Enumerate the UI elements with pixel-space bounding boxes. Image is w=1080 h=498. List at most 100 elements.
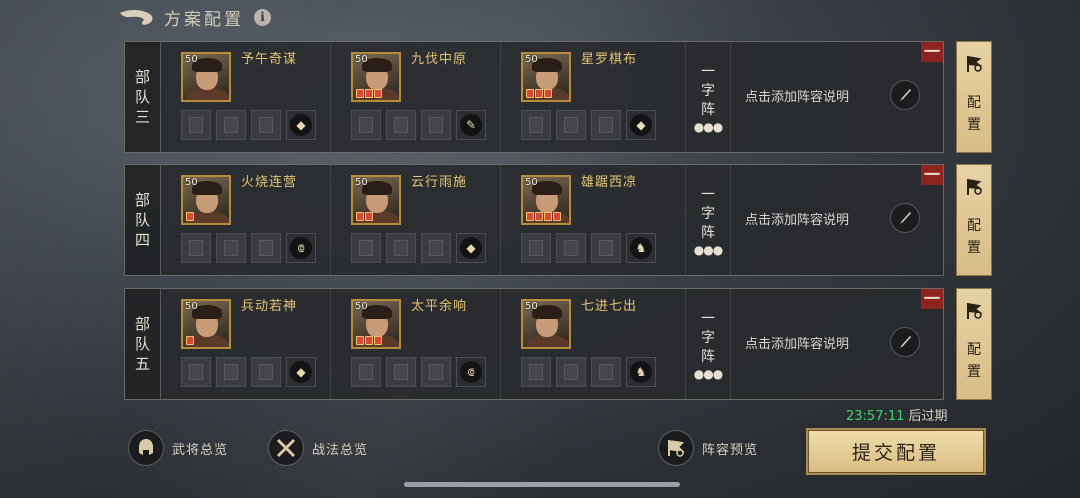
brush-icon [900,336,911,348]
equipment-slot[interactable] [181,110,211,140]
lineup-preview-label: 阵容预览 [702,442,759,458]
tactic-name[interactable]: 云行雨施 [411,171,467,190]
configure-label: 配 置 [967,215,981,259]
shield-icon: ◆ [460,237,482,259]
equipment-slot[interactable] [521,233,551,263]
troop-type-slot[interactable]: ◆ [456,233,486,263]
tactic-name[interactable]: 火烧连营 [241,171,297,190]
equipment-slot[interactable] [556,357,586,387]
troop-label-char: 队 [134,88,150,106]
general-portrait[interactable]: 50 [521,52,571,102]
equipment-slot[interactable] [521,357,551,387]
remove-troop-button[interactable]: 一 [921,289,943,309]
equipment-slot[interactable] [351,233,381,263]
general-portrait[interactable]: 50 [181,175,231,225]
lineup-description-prompt[interactable]: 点击添加阵容说明 [745,86,849,105]
formation-selector[interactable]: 一 字 阵 ●●● [685,165,731,275]
general-level: 50 [355,177,368,188]
equipment-slot[interactable] [591,233,621,263]
configure-troop-button[interactable]: 配 置 [956,41,992,153]
equipment-slot[interactable] [216,233,246,263]
lineup-description-prompt[interactable]: 点击添加阵容说明 [745,209,849,228]
troop-type-slot[interactable]: ♞ [626,233,656,263]
equipment-slot[interactable] [421,110,451,140]
star-icon [374,336,382,345]
troop-type-slot[interactable]: ◆ [286,357,316,387]
equipment-slot[interactable] [386,233,416,263]
star-icon [356,89,364,98]
troop-type-slot[interactable]: ✎ [456,110,486,140]
edit-description-button[interactable] [890,80,920,110]
general-portrait[interactable]: 50 [181,299,231,349]
submit-config-button[interactable]: 提交配置 [806,428,986,475]
equipment-slot[interactable] [421,233,451,263]
tactic-name[interactable]: 予午奇谋 [241,48,297,67]
tactic-name[interactable]: 星罗棋布 [581,48,637,67]
scroll-icon [224,240,238,256]
generals-overview-button[interactable]: 武将总览 [128,430,228,466]
star-rating [186,336,194,345]
formation-selector[interactable]: 一 字 阵 ●●● [685,42,731,152]
equipment-slot[interactable] [251,233,281,263]
home-indicator[interactable] [404,482,680,487]
equipment-slot[interactable] [216,357,246,387]
edit-description-button[interactable] [890,327,920,357]
info-icon[interactable]: i [254,8,271,26]
formation-selector[interactable]: 一 字 阵 ●●● [685,289,731,399]
tactic-name[interactable]: 太平余响 [411,295,467,314]
equipment-slot[interactable] [251,110,281,140]
tactic-name[interactable]: 雄踞西凉 [581,171,637,190]
troop-label-char: 三 [134,108,150,126]
tactic-name[interactable]: 兵动若神 [241,295,297,314]
formation-char: 一 [701,310,715,327]
lineup-description-prompt[interactable]: 点击添加阵容说明 [745,333,849,352]
formation-dots-icon: ●●● [693,366,723,381]
equipment-slot[interactable] [351,110,381,140]
general-portrait[interactable]: 50 [181,52,231,102]
equipment-slot[interactable] [421,357,451,387]
scroll-icon [529,364,543,380]
equipment-slot[interactable] [556,233,586,263]
equipment-slot[interactable] [386,357,416,387]
star-icon [365,89,373,98]
remove-troop-button[interactable]: 一 [921,42,943,62]
configure-char: 置 [967,117,981,133]
scroll-icon [529,240,543,256]
general-portrait[interactable]: 50 [351,52,401,102]
remove-troop-button[interactable]: 一 [921,165,943,185]
troop-type-slot[interactable]: ♞ [626,357,656,387]
configure-troop-button[interactable]: 配 置 [956,288,992,400]
equipment-slot[interactable] [351,357,381,387]
edit-description-button[interactable] [890,203,920,233]
general-level: 50 [355,54,368,65]
scroll-icon [189,240,203,256]
equipment-slot[interactable] [591,110,621,140]
equipment-slot[interactable] [181,233,211,263]
troop-type-slot[interactable]: ◆ [286,110,316,140]
equipment-slot[interactable] [251,357,281,387]
star-icon [356,336,364,345]
equipment-slot[interactable] [386,110,416,140]
equipment-slot[interactable] [216,110,246,140]
star-icon [535,89,543,98]
general-portrait[interactable]: 50 [351,175,401,225]
general-portrait[interactable]: 50 [521,175,571,225]
general-portrait[interactable]: 50 [521,299,571,349]
equipment-slot[interactable] [556,110,586,140]
equipment-slot[interactable] [521,110,551,140]
formation-dots-icon: ●●● [693,242,723,257]
equipment-slot[interactable] [181,357,211,387]
troop-type-slot[interactable]: ⟃ [456,357,486,387]
configure-troop-button[interactable]: 配 置 [956,164,992,276]
tactics-overview-button[interactable]: 战法总览 [268,430,368,466]
troop-type-slot[interactable]: ◆ [626,110,656,140]
troop-type-slot[interactable]: ⟃ [286,233,316,263]
scroll-icon [599,117,613,133]
tactic-name[interactable]: 七进七出 [581,295,637,314]
back-arrow-icon[interactable] [118,6,156,28]
equipment-slot[interactable] [591,357,621,387]
lineup-preview-button[interactable]: 阵容预览 [658,430,758,466]
expire-time: 23:57:11 [846,409,905,424]
general-portrait[interactable]: 50 [351,299,401,349]
tactic-name[interactable]: 九伐中原 [411,48,467,67]
